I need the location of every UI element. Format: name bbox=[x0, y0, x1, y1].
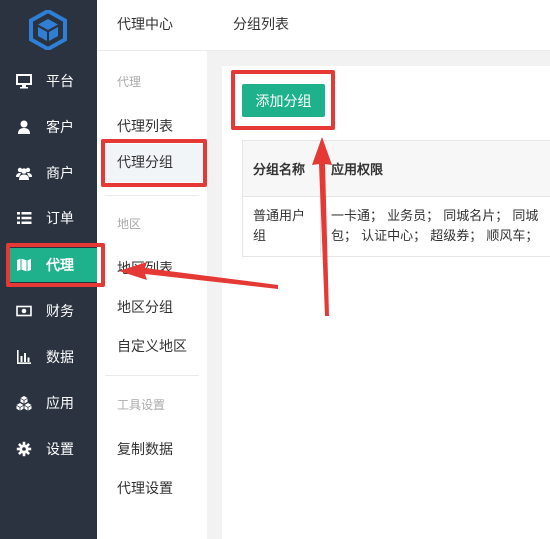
sub-item-region-group[interactable]: 地区分组 bbox=[117, 297, 173, 317]
users-icon bbox=[16, 165, 32, 181]
nav-label: 订单 bbox=[46, 211, 74, 227]
nav-item-settings[interactable]: 设置 bbox=[0, 432, 97, 466]
content-card: 添加分组 分组名称 应用权限 普通用户组 一卡通； 业务员； 同城名片； 同城 … bbox=[222, 66, 550, 539]
permissions-line: 包； 认证中心； 超级券； 顺风车； bbox=[331, 228, 539, 244]
nav-item-orders[interactable]: 订单 bbox=[0, 201, 97, 235]
user-icon bbox=[16, 119, 32, 135]
page-title: 分组列表 bbox=[207, 0, 550, 51]
sub-item-region-list[interactable]: 地区列表 bbox=[117, 258, 173, 278]
list-icon bbox=[16, 210, 32, 226]
cell-group-name: 普通用户组 bbox=[242, 196, 321, 257]
annotation-box-agent-nav bbox=[6, 243, 105, 287]
table-header-row: 分组名称 应用权限 bbox=[242, 140, 550, 197]
sub-sidebar-title: 代理中心 bbox=[97, 0, 207, 51]
annotation-box-add-button bbox=[231, 70, 335, 130]
group-heading-tools: 工具设置 bbox=[117, 398, 166, 412]
group-heading-region: 地区 bbox=[117, 217, 142, 231]
group-heading-agent: 代理 bbox=[117, 75, 142, 89]
nav-item-platform[interactable]: 平台 bbox=[0, 64, 97, 98]
gear-icon bbox=[16, 441, 32, 457]
nav-label: 商户 bbox=[46, 166, 74, 182]
monitor-icon bbox=[16, 73, 32, 89]
nav-label: 平台 bbox=[46, 74, 74, 90]
sub-item-copy-data[interactable]: 复制数据 bbox=[117, 439, 173, 459]
money-icon bbox=[16, 303, 32, 319]
nav-label: 设置 bbox=[46, 442, 74, 458]
sub-item-agent-list[interactable]: 代理列表 bbox=[117, 116, 173, 136]
cell-permissions: 一卡通； 业务员； 同城名片； 同城 包； 认证中心； 超级券； 顺风车； bbox=[320, 196, 550, 257]
cubes-icon bbox=[16, 395, 32, 411]
cube-logo-icon[interactable] bbox=[29, 10, 67, 50]
nav-item-apps[interactable]: 应用 bbox=[0, 386, 97, 420]
nav-item-customer[interactable]: 客户 bbox=[0, 110, 97, 144]
annotation-box-agent-group bbox=[101, 139, 207, 187]
sub-sidebar: 代理中心 代理 代理列表 代理分组 地区 地区列表 地区分组 自定义地区 工具设… bbox=[97, 0, 207, 539]
sub-item-custom-region[interactable]: 自定义地区 bbox=[117, 336, 187, 356]
nav-item-merchant[interactable]: 商户 bbox=[0, 156, 97, 190]
divider bbox=[105, 375, 199, 376]
nav-label: 应用 bbox=[46, 396, 74, 412]
nav-label: 财务 bbox=[46, 304, 74, 320]
group-table: 分组名称 应用权限 普通用户组 一卡通； 业务员； 同城名片； 同城 包； 认证… bbox=[242, 140, 550, 257]
column-header-permissions: 应用权限 bbox=[320, 140, 550, 197]
column-header-name: 分组名称 bbox=[242, 140, 321, 197]
sub-item-agent-settings[interactable]: 代理设置 bbox=[117, 478, 173, 498]
nav-label: 数据 bbox=[46, 350, 74, 366]
divider bbox=[105, 195, 199, 196]
nav-label: 客户 bbox=[46, 120, 74, 136]
table-row[interactable]: 普通用户组 一卡通； 业务员； 同城名片； 同城 包； 认证中心； 超级券； 顺… bbox=[242, 196, 550, 257]
nav-item-finance[interactable]: 财务 bbox=[0, 294, 97, 328]
permissions-line: 一卡通； 业务员； 同城名片； 同城 bbox=[331, 208, 539, 224]
nav-item-data[interactable]: 数据 bbox=[0, 340, 97, 374]
bar-chart-icon bbox=[16, 349, 32, 365]
